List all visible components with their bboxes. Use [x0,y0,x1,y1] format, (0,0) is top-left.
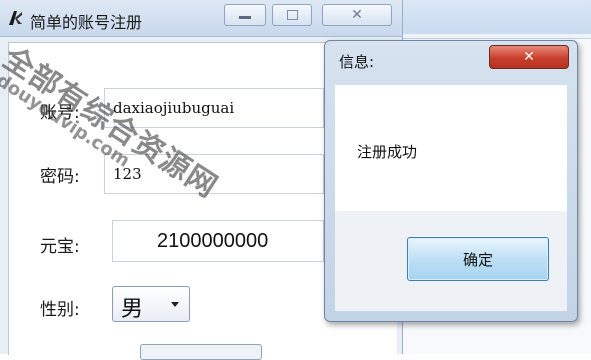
yuanbao-input[interactable]: 2100000000 [112,220,324,262]
gender-label: 性别: [40,300,80,320]
maximize-button[interactable] [272,4,312,26]
main-window-titlebar[interactable]: 简单的账号注册 ✕ [0,0,402,37]
gender-select[interactable]: 男 [112,286,190,322]
dialog-close-button[interactable]: ✕ [489,45,569,69]
background-window-titlebar [397,0,591,34]
close-icon: ✕ [351,7,363,23]
minimize-button[interactable] [224,4,266,26]
window-title: 简单的账号注册 [30,13,143,32]
ok-label: 确定 [462,250,493,269]
password-label: 密码: [40,167,80,187]
gender-value: 男 [121,297,144,322]
password-value: 123 [113,165,142,183]
maximize-icon [286,10,298,20]
account-label: 账号: [40,103,80,123]
password-input[interactable]: 123 [104,154,324,194]
account-value: daxiaojiubuguai [113,99,235,117]
chevron-down-icon [171,302,179,307]
yuanbao-value: 2100000000 [157,229,269,252]
close-button[interactable]: ✕ [322,4,392,26]
dialog-title: 信息: [339,53,375,71]
close-icon: ✕ [523,49,535,65]
minimize-icon [239,16,251,19]
message-dialog: 信息: ✕ 注册成功 确定 [324,40,578,322]
dialog-body: 注册成功 [335,85,567,211]
yuanbao-label: 元宝: [40,237,80,257]
account-input[interactable]: daxiaojiubuguai [104,88,324,128]
dialog-message: 注册成功 [357,143,418,161]
ok-button[interactable]: 确定 [407,237,549,281]
app-icon [9,11,22,25]
register-button[interactable] [140,344,262,360]
